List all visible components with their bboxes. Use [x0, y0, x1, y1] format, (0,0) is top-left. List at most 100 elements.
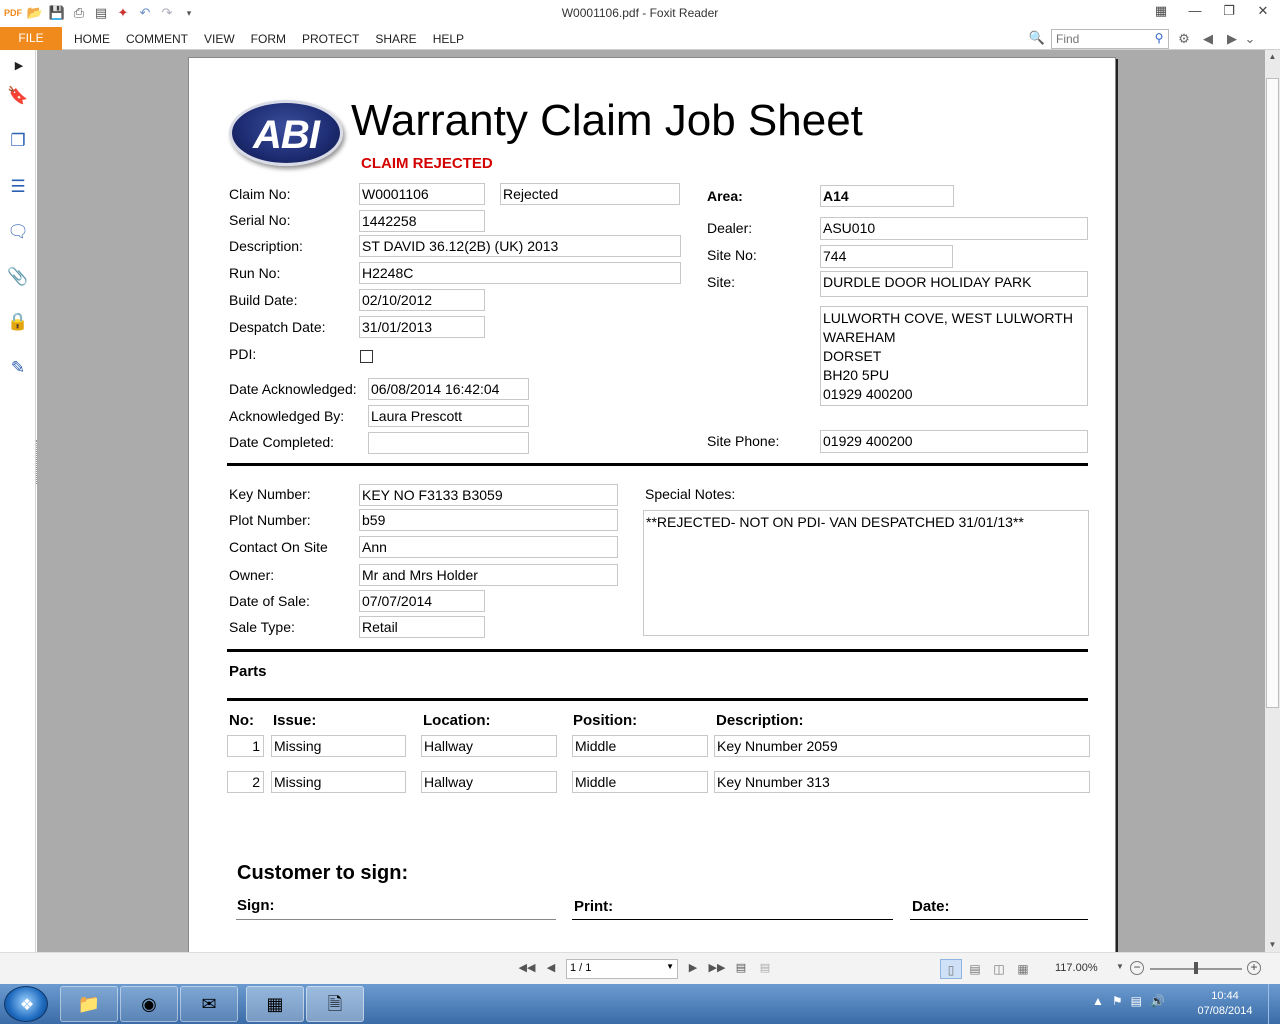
- next-page-icon[interactable]: ▶: [682, 961, 704, 974]
- acknowledged-by-field[interactable]: Laura Prescott: [368, 405, 529, 427]
- part-description-field[interactable]: Key Nnumber 2059: [714, 735, 1090, 757]
- site-address-field[interactable]: LULWORTH COVE, WEST LULWORTH WAREHAM DOR…: [820, 306, 1088, 406]
- claim-status-field[interactable]: Rejected: [500, 183, 680, 205]
- owner-field[interactable]: Mr and Mrs Holder: [359, 564, 618, 586]
- fullscreen-icon[interactable]: ▦: [1144, 0, 1178, 24]
- page-number-input[interactable]: 1 / 1 ▼: [566, 959, 678, 979]
- restore-button[interactable]: ❐: [1212, 0, 1246, 24]
- calculator-icon[interactable]: ▦: [246, 986, 304, 1022]
- part-no-field[interactable]: 2: [227, 771, 264, 793]
- show-hidden-icons-icon[interactable]: ▲: [1092, 994, 1104, 1008]
- file-tab[interactable]: FILE: [0, 27, 62, 50]
- continuous-facing-icon[interactable]: ▦: [1012, 959, 1034, 979]
- foxit-icon[interactable]: 🗎: [306, 986, 364, 1022]
- minimize-button[interactable]: —: [1178, 0, 1212, 24]
- last-page-icon[interactable]: ▶▶: [706, 961, 728, 974]
- tab-share[interactable]: SHARE: [367, 27, 424, 50]
- next-icon[interactable]: ▶: [1220, 29, 1244, 49]
- pdi-checkbox[interactable]: [360, 350, 373, 363]
- chrome-icon[interactable]: ◉: [120, 986, 178, 1022]
- explorer-icon[interactable]: 📁: [60, 986, 118, 1022]
- search-icon[interactable]: ⚲: [1151, 31, 1167, 47]
- system-clock[interactable]: 10:44 07/08/2014: [1186, 989, 1264, 1019]
- date-completed-field[interactable]: [368, 432, 529, 454]
- part-location-field[interactable]: Hallway: [421, 735, 557, 757]
- plot-number-field[interactable]: b59: [359, 509, 618, 531]
- action-center-flag-icon[interactable]: ⚑: [1112, 994, 1123, 1008]
- site-phone-field[interactable]: 01929 400200: [820, 430, 1088, 453]
- chevron-down-icon[interactable]: ▼: [666, 962, 674, 971]
- dealer-field[interactable]: ASU010: [820, 217, 1088, 240]
- build-date-field[interactable]: 02/10/2012: [359, 289, 485, 311]
- claim-no-field[interactable]: W0001106: [359, 183, 485, 205]
- next-view-icon[interactable]: ▤: [754, 961, 776, 974]
- facing-icon[interactable]: ◫: [988, 959, 1010, 979]
- show-desktop-button[interactable]: [1268, 984, 1280, 1024]
- part-position-field[interactable]: Middle: [572, 771, 708, 793]
- sign-label: Sign:: [237, 897, 275, 914]
- description-field[interactable]: ST DAVID 36.12(2B) (UK) 2013: [359, 235, 681, 257]
- single-page-icon[interactable]: ▯: [940, 959, 962, 979]
- sale-type-field[interactable]: Retail: [359, 616, 485, 638]
- previous-view-icon[interactable]: ▤: [730, 961, 752, 974]
- first-page-icon[interactable]: ◀◀: [516, 961, 538, 974]
- special-notes-field[interactable]: **REJECTED- NOT ON PDI- VAN DESPATCHED 3…: [643, 510, 1089, 636]
- bookmark-icon[interactable]: 🔖: [6, 84, 30, 108]
- collapse-ribbon-icon[interactable]: ⌄: [1244, 29, 1256, 49]
- date-of-sale-field[interactable]: 07/07/2014: [359, 590, 485, 612]
- date-acknowledged-field[interactable]: 06/08/2014 16:42:04: [368, 378, 529, 400]
- advanced-search-icon[interactable]: 🔍: [1028, 30, 1046, 48]
- key-number-field[interactable]: KEY NO F3133 B3059: [359, 484, 618, 506]
- area-field[interactable]: A14: [820, 185, 954, 207]
- despatch-date-field[interactable]: 31/01/2013: [359, 316, 485, 338]
- attachments-icon[interactable]: 📎: [6, 265, 30, 289]
- close-button[interactable]: ✕: [1246, 0, 1280, 24]
- vertical-scrollbar[interactable]: ▲ ▼: [1265, 50, 1280, 952]
- tab-view[interactable]: VIEW: [196, 27, 243, 50]
- tab-form[interactable]: FORM: [243, 27, 294, 50]
- pages-icon[interactable]: ❐: [6, 129, 30, 153]
- tab-comment[interactable]: COMMENT: [118, 27, 196, 50]
- address-line: LULWORTH COVE, WEST LULWORTH: [823, 310, 1073, 326]
- zoom-in-icon[interactable]: +: [1247, 961, 1261, 975]
- scroll-down-icon[interactable]: ▼: [1265, 938, 1280, 952]
- continuous-icon[interactable]: ▤: [964, 959, 986, 979]
- part-location-field[interactable]: Hallway: [421, 771, 557, 793]
- tab-help[interactable]: HELP: [425, 27, 472, 50]
- zoom-dropdown-icon[interactable]: ▼: [1116, 962, 1124, 971]
- serial-no-field[interactable]: 1442258: [359, 210, 485, 232]
- zoom-slider-handle[interactable]: [1194, 962, 1198, 974]
- date-line[interactable]: [910, 919, 1088, 920]
- expand-panel-icon[interactable]: ▶: [12, 54, 26, 78]
- tab-home[interactable]: HOME: [66, 27, 118, 50]
- security-icon[interactable]: 🔒: [6, 310, 30, 334]
- part-position-field[interactable]: Middle: [572, 735, 708, 757]
- sign-line[interactable]: [236, 919, 556, 920]
- window-title: W0001106.pdf - Foxit Reader: [561, 6, 719, 20]
- part-issue-field[interactable]: Missing: [271, 735, 406, 757]
- signature-icon[interactable]: ✎: [6, 356, 30, 380]
- tab-protect[interactable]: PROTECT: [294, 27, 367, 50]
- start-button[interactable]: ❖: [4, 986, 48, 1022]
- contact-on-site-field[interactable]: Ann: [359, 536, 618, 558]
- site-field[interactable]: DURDLE DOOR HOLIDAY PARK: [820, 271, 1088, 297]
- zoom-out-icon[interactable]: −: [1130, 961, 1144, 975]
- previous-icon[interactable]: ◀: [1196, 29, 1220, 49]
- run-no-field[interactable]: H2248C: [359, 262, 681, 284]
- network-icon[interactable]: ▤: [1131, 994, 1142, 1008]
- part-no-field[interactable]: 1: [227, 735, 264, 757]
- scroll-thumb[interactable]: [1266, 78, 1279, 708]
- print-line[interactable]: [572, 919, 893, 920]
- zoom-level[interactable]: 117.00%: [1055, 962, 1098, 974]
- previous-page-icon[interactable]: ◀: [540, 961, 562, 974]
- settings-gear-icon[interactable]: ⚙: [1172, 29, 1196, 49]
- run-no-label: Run No:: [229, 265, 281, 281]
- comments-icon[interactable]: 🗨: [6, 220, 30, 244]
- part-description-field[interactable]: Key Nnumber 313: [714, 771, 1090, 793]
- outlook-icon[interactable]: ✉: [180, 986, 238, 1022]
- scroll-up-icon[interactable]: ▲: [1265, 50, 1280, 64]
- part-issue-field[interactable]: Missing: [271, 771, 406, 793]
- layers-icon[interactable]: ☰: [6, 175, 30, 199]
- volume-icon[interactable]: 🔊: [1150, 994, 1165, 1008]
- site-no-field[interactable]: 744: [820, 245, 953, 268]
